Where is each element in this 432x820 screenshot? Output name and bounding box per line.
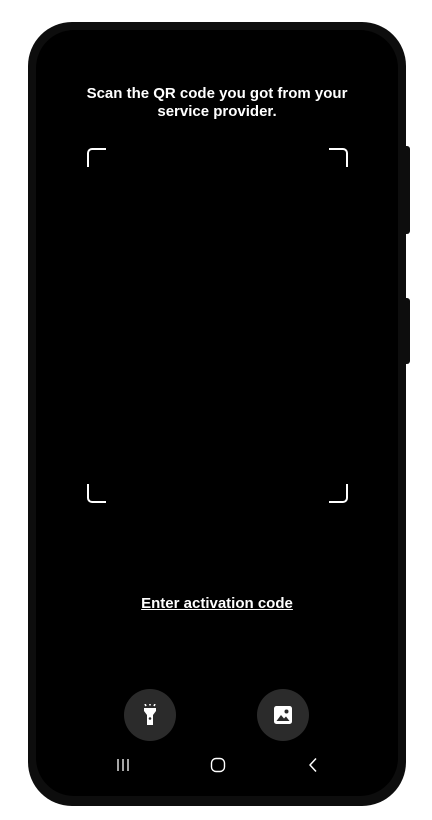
scan-instruction: Scan the QR code you got from your servi… — [86, 85, 348, 120]
volume-key — [404, 146, 410, 234]
navigation-bar — [36, 750, 398, 780]
qr-viewfinder — [87, 148, 348, 503]
home-icon — [210, 757, 226, 773]
home-button[interactable] — [198, 750, 238, 780]
image-gallery-icon — [274, 706, 292, 724]
enter-activation-code-link[interactable]: Enter activation code — [36, 595, 398, 612]
gallery-button[interactable] — [257, 689, 309, 741]
viewfinder-corner-top-left — [87, 148, 106, 167]
qr-scanner-screen: Scan the QR code you got from your servi… — [36, 30, 398, 796]
recents-button[interactable] — [103, 750, 143, 780]
flashlight-icon — [144, 704, 156, 725]
viewfinder-corner-bottom-right — [329, 484, 348, 503]
back-icon — [309, 757, 317, 773]
viewfinder-corner-top-right — [329, 148, 348, 167]
power-key — [404, 298, 410, 364]
recents-icon — [117, 759, 129, 771]
flashlight-button[interactable] — [124, 689, 176, 741]
viewfinder-corner-bottom-left — [87, 484, 106, 503]
back-button[interactable] — [293, 750, 333, 780]
